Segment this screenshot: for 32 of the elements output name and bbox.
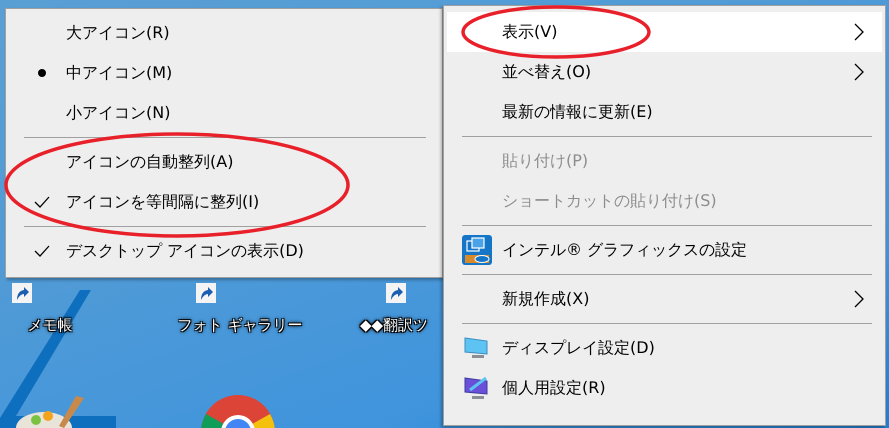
menu-item-label: デスクトップ アイコンの表示(D): [66, 240, 304, 262]
menu-item-label: 並べ替え(O): [502, 62, 592, 82]
menu-item-label: 個人用設定(R): [502, 378, 607, 398]
menu-item-label: 表示(V): [502, 22, 558, 42]
menu-item-label: アイコンを等間隔に整列(I): [66, 192, 260, 212]
menu-item-label: ショートカットの貼り付け(S): [502, 190, 718, 212]
graphics-settings-icon: [462, 235, 492, 265]
menu-item[interactable]: アイコンを等間隔に整列(I): [6, 182, 442, 222]
menu-item-label: 大アイコン(R): [66, 22, 170, 44]
menu-item[interactable]: 並べ替え(O): [447, 52, 882, 92]
menu-item[interactable]: 表示(V): [447, 12, 882, 52]
browser-logo-icon[interactable]: [200, 394, 276, 428]
menu-item-label: 最新の情報に更新(E): [502, 102, 654, 122]
menu-item-label: 貼り付け(P): [502, 150, 590, 172]
menu-item[interactable]: インテル® グラフィックスの設定: [447, 230, 882, 270]
menu-item[interactable]: 大アイコン(R): [6, 13, 442, 53]
menu-item[interactable]: 新規作成(X): [447, 279, 882, 319]
menu-item[interactable]: 小アイコン(N): [6, 93, 442, 133]
menu-item-label: 新規作成(X): [502, 288, 590, 310]
menu-item[interactable]: ディスプレイ設定(D): [447, 328, 882, 368]
monitor-icon: [464, 337, 490, 359]
menu-item[interactable]: 個人用設定(R): [447, 368, 882, 408]
menu-item-label: インテル® グラフィックスの設定: [502, 240, 748, 260]
menu-item[interactable]: 最新の情報に更新(E): [447, 92, 882, 132]
menu-item-label: ディスプレイ設定(D): [502, 338, 656, 358]
menu-item[interactable]: デスクトップ アイコンの表示(D): [6, 231, 442, 271]
personalize-monitor-icon: [464, 376, 490, 400]
menu-item[interactable]: 中アイコン(M): [6, 53, 442, 93]
menu-item-label: 小アイコン(N): [66, 102, 170, 124]
menu-item-label: 中アイコン(M): [66, 62, 172, 84]
menu-item-label: アイコンの自動整列(A): [66, 152, 234, 172]
menu-item[interactable]: アイコンの自動整列(A): [6, 142, 442, 182]
